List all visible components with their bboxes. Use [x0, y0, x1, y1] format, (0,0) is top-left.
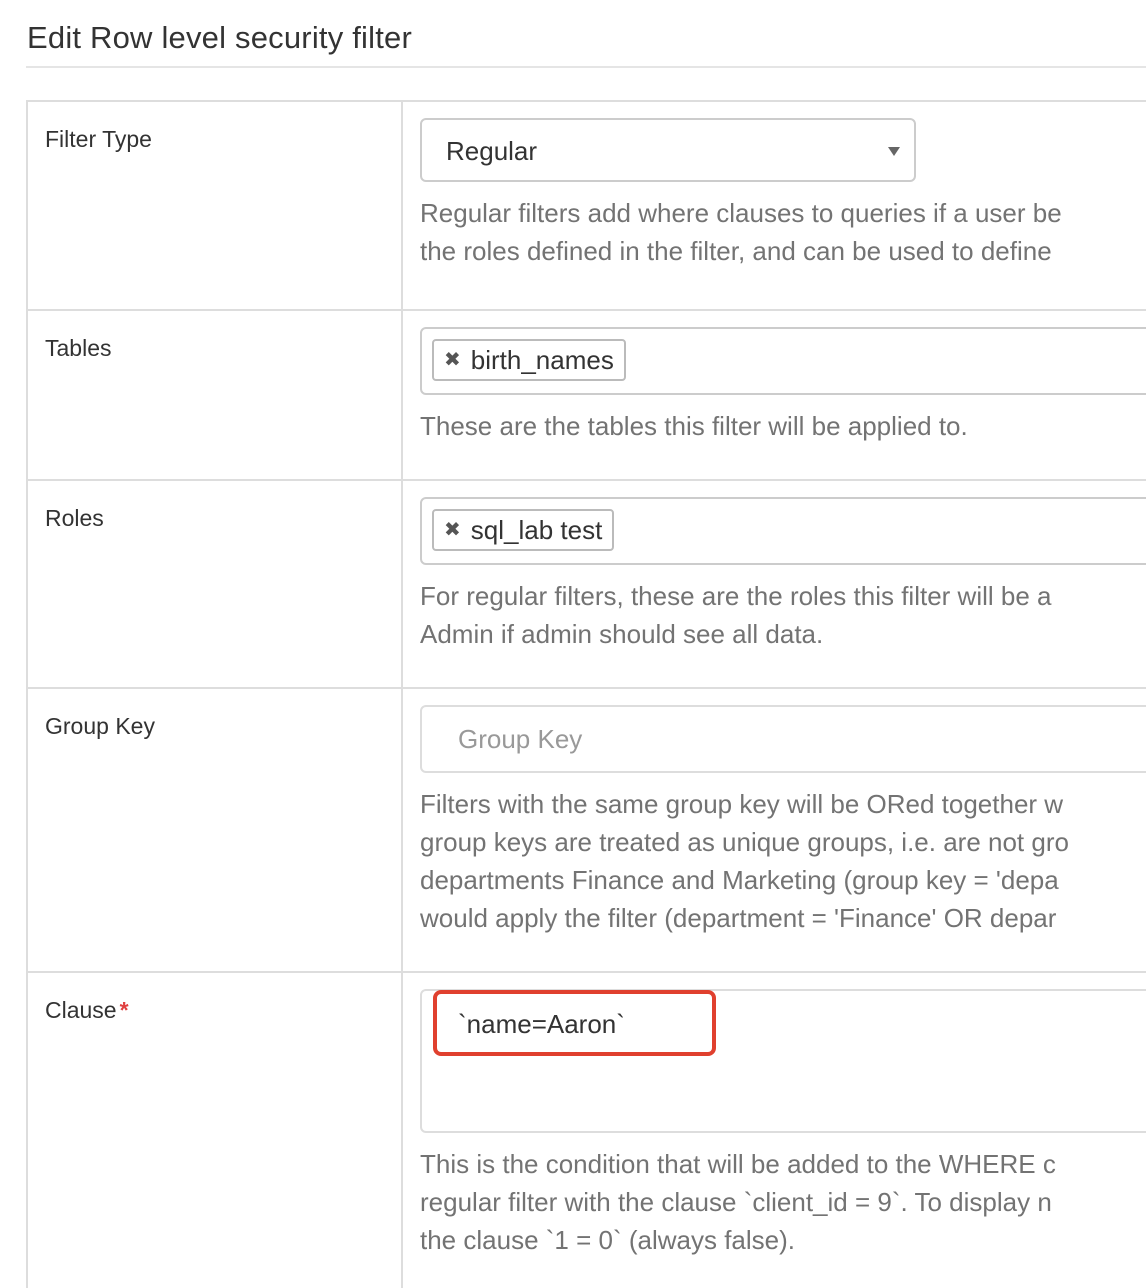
filter-type-select[interactable]: Regular — [420, 118, 916, 182]
form-row-tables: Tables ✖ birth_names These are the table… — [26, 309, 1146, 481]
form-row-filter-type: Filter Type Regular Regular filters add … — [26, 100, 1146, 311]
help-line: Admin if admin should see all data. — [420, 619, 824, 649]
chip-label: birth_names — [470, 344, 614, 375]
form-row-roles: Roles ✖ sql_lab test For regular filters… — [26, 479, 1146, 689]
help-line: group keys are treated as unique groups,… — [420, 827, 1069, 857]
group-key-help: Filters with the same group key will be … — [420, 773, 1146, 937]
help-line: Filters with the same group key will be … — [420, 789, 1064, 819]
edit-form-table: Filter Type Regular Regular filters add … — [26, 100, 1146, 1288]
clause-label-text: Clause — [45, 997, 117, 1023]
filter-type-field: Regular Regular filters add where clause… — [403, 102, 1146, 270]
group-key-field: Filters with the same group key will be … — [403, 689, 1146, 937]
help-line: For regular filters, these are the roles… — [420, 581, 1052, 611]
help-line: Regular filters add where clauses to que… — [420, 198, 1062, 228]
field-cell: Regular Regular filters add where clause… — [401, 100, 1146, 311]
label-cell: Roles — [26, 479, 403, 689]
field-cell: Filters with the same group key will be … — [401, 687, 1146, 973]
filter-type-label: Filter Type — [45, 126, 152, 152]
help-line: the clause `1 = 0` (always false). — [420, 1225, 795, 1255]
tables-multiselect[interactable]: ✖ birth_names — [420, 327, 1146, 395]
field-cell: ✖ sql_lab test For regular filters, thes… — [401, 479, 1146, 689]
close-icon[interactable]: ✖ — [444, 520, 461, 540]
roles-multiselect[interactable]: ✖ sql_lab test — [420, 497, 1146, 565]
close-icon[interactable]: ✖ — [444, 350, 461, 370]
help-line: the roles defined in the filter, and can… — [420, 236, 1052, 266]
group-key-label: Group Key — [45, 713, 155, 739]
roles-label: Roles — [45, 505, 104, 531]
label-cell: Tables — [26, 309, 403, 481]
field-cell: ✖ birth_names These are the tables this … — [401, 309, 1146, 481]
filter-type-help: Regular filters add where clauses to que… — [420, 182, 1146, 270]
roles-field: ✖ sql_lab test For regular filters, thes… — [403, 481, 1146, 653]
clause-help: This is the condition that will be added… — [420, 1133, 1146, 1259]
required-marker: * — [119, 997, 129, 1023]
title-divider — [26, 66, 1146, 68]
role-chip-sql-lab-test: ✖ sql_lab test — [432, 509, 615, 551]
help-line: regular filter with the clause `client_i… — [420, 1187, 1052, 1217]
chip-label: sql_lab test — [470, 514, 603, 545]
tables-field: ✖ birth_names These are the tables this … — [403, 311, 1146, 445]
label-cell: Filter Type — [26, 100, 403, 311]
clause-label: Clause * — [28, 973, 401, 1024]
field-cell: `name=Aaron` This is the condition that … — [401, 971, 1146, 1288]
label-cell: Group Key — [26, 687, 403, 973]
label-cell: Clause * — [26, 971, 403, 1288]
page-title: Edit Row level security filter — [27, 20, 413, 55]
caret-down-icon — [888, 147, 900, 156]
table-chip-birth-names: ✖ birth_names — [432, 339, 626, 381]
tables-help: These are the tables this filter will be… — [420, 395, 1146, 445]
edit-rls-page: Edit Row level security filter Filter Ty… — [0, 0, 1146, 1288]
help-line: These are the tables this filter will be… — [420, 411, 968, 441]
roles-help: For regular filters, these are the roles… — [420, 565, 1146, 653]
form-row-group-key: Group Key Filters with the same group ke… — [26, 687, 1146, 973]
help-line: would apply the filter (department = 'Fi… — [420, 903, 1057, 933]
clause-textarea-wrap: `name=Aaron` — [420, 989, 1146, 1133]
form-row-clause: Clause * `name=Aaron` This is the conditi… — [26, 971, 1146, 1288]
tables-label: Tables — [45, 335, 112, 361]
group-key-input[interactable] — [420, 705, 1146, 773]
filter-type-selected-value: Regular — [446, 136, 538, 166]
clause-field: `name=Aaron` This is the condition that … — [403, 973, 1146, 1259]
clause-textarea[interactable]: `name=Aaron` — [420, 989, 1146, 1133]
help-line: This is the condition that will be added… — [420, 1149, 1056, 1179]
help-line: departments Finance and Marketing (group… — [420, 865, 1059, 895]
